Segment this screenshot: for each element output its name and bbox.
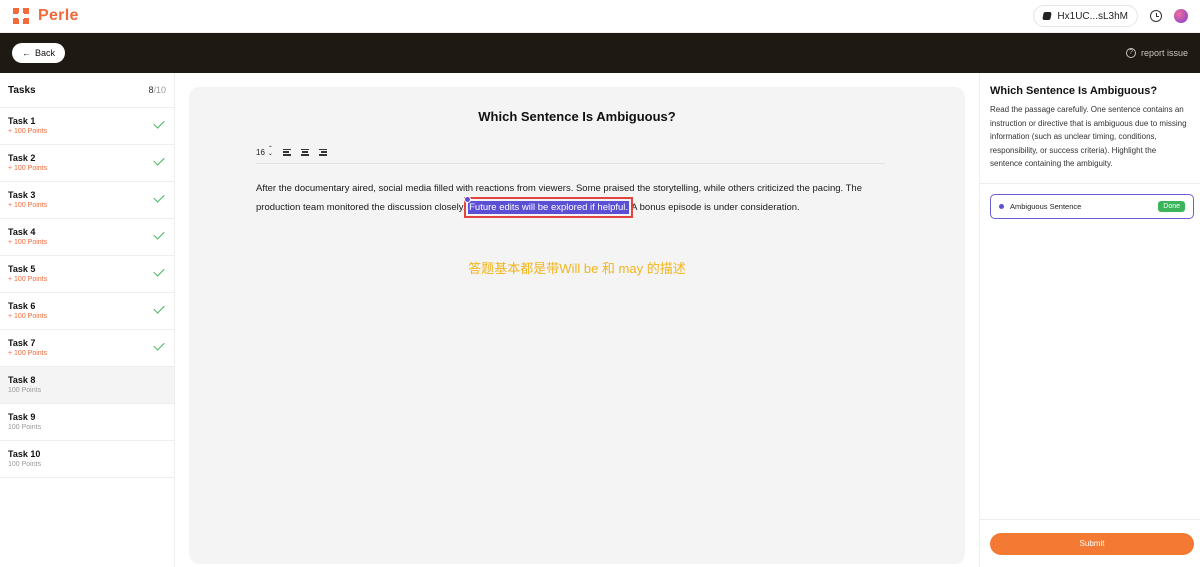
sidebar-task-item[interactable]: Task 6 + 100 Points xyxy=(0,293,174,330)
brand[interactable]: Perle xyxy=(12,7,79,25)
check-icon xyxy=(153,265,165,277)
text-toolbar: 16 ⌃ ⌄ xyxy=(256,146,327,157)
sidebar-header: Tasks 8/10 xyxy=(0,73,174,108)
check-icon xyxy=(153,228,165,240)
sidebar-task-item[interactable]: Task 9 100 Points xyxy=(0,404,174,441)
wallet-button[interactable]: Hx1UC...sL3hM xyxy=(1033,5,1138,27)
passage[interactable]: After the documentary aired, social medi… xyxy=(256,179,885,218)
font-size-value: 16 xyxy=(256,147,265,157)
task-points: 100 Points xyxy=(8,424,42,431)
task-name: Task 4 xyxy=(8,227,36,237)
task-progress-count: 8/10 xyxy=(148,85,166,95)
report-issue-label: report issue xyxy=(1140,48,1188,58)
question-circle-icon: ? xyxy=(1125,48,1136,58)
align-right-icon[interactable] xyxy=(318,148,327,156)
task-name: Task 9 xyxy=(8,412,36,422)
task-name: Task 5 xyxy=(8,264,36,274)
label-ambiguous-sentence[interactable]: Ambiguous Sentence Done xyxy=(990,193,1194,219)
wallet-icon xyxy=(1042,12,1053,20)
sidebar-task-item[interactable]: Task 7 + 100 Points xyxy=(0,330,174,367)
check-icon xyxy=(153,117,165,129)
task-points: + 100 Points xyxy=(8,239,48,246)
arrow-left-icon: ← xyxy=(22,48,31,58)
avatar[interactable] xyxy=(1174,9,1188,23)
sidebar-task-item[interactable]: Task 1 + 100 Points xyxy=(0,108,174,145)
task-name: Task 7 xyxy=(8,338,36,348)
check-icon xyxy=(153,191,165,203)
panel-description: Read the passage carefully. One sentence… xyxy=(980,103,1200,184)
task-points: + 100 Points xyxy=(8,350,48,357)
sidebar-task-item[interactable]: Task 5 + 100 Points xyxy=(0,256,174,293)
sidebar-task-item[interactable]: Task 3 + 100 Points xyxy=(0,182,174,219)
align-center-icon[interactable] xyxy=(300,148,309,156)
main-content: Which Sentence Is Ambiguous? 16 ⌃ ⌄ After… xyxy=(175,73,979,567)
panel-title: Which Sentence Is Ambiguous? xyxy=(990,85,1158,97)
sidebar-task-item[interactable]: Task 8 100 Points xyxy=(0,367,174,404)
panel-footer: Submit xyxy=(980,519,1200,567)
sidebar-task-item[interactable]: Task 2 + 100 Points xyxy=(0,145,174,182)
top-bar: Perle Hx1UC...sL3hM xyxy=(0,0,1200,33)
wallet-address: Hx1UC...sL3hM xyxy=(1057,10,1128,22)
check-icon xyxy=(153,154,165,166)
check-icon xyxy=(153,302,165,314)
task-points: + 100 Points xyxy=(8,165,48,172)
brand-name: Perle xyxy=(38,7,79,24)
highlighted-sentence-text: Future edits will be explored if helpful… xyxy=(469,202,629,213)
task-points: + 100 Points xyxy=(8,313,48,320)
task-name: Task 6 xyxy=(8,301,36,311)
status-badge: Done xyxy=(1158,200,1185,212)
perle-logo-icon xyxy=(13,8,29,24)
check-icon xyxy=(153,339,165,351)
passage-text-after: A bonus episode is under consideration. xyxy=(629,202,800,213)
task-name: Task 2 xyxy=(8,153,36,163)
task-name: Task 8 xyxy=(8,375,36,385)
instructions-panel: Which Sentence Is Ambiguous? Read the pa… xyxy=(979,73,1200,567)
task-card: Which Sentence Is Ambiguous? 16 ⌃ ⌄ After… xyxy=(189,87,965,564)
task-list: Task 1 + 100 Points Task 2 + 100 Points Task… xyxy=(0,108,174,478)
report-issue-link[interactable]: ? report issue xyxy=(1125,48,1188,58)
task-points: 100 Points xyxy=(8,387,42,394)
task-name: Task 1 xyxy=(8,116,36,126)
task-points: + 100 Points xyxy=(8,276,48,283)
back-label: Back xyxy=(35,48,56,58)
task-name: Task 3 xyxy=(8,190,36,200)
task-sidebar: Tasks 8/10 Task 1 + 100 Points Task 2 + 100… xyxy=(0,73,175,567)
sub-header: ← Back ? report issue xyxy=(0,33,1200,73)
task-points: + 100 Points xyxy=(8,202,48,209)
stepper-arrows-icon: ⌃ ⌄ xyxy=(267,146,273,157)
submit-button[interactable]: Submit xyxy=(990,532,1194,555)
label-color-dot-icon xyxy=(999,203,1004,209)
task-name: Task 10 xyxy=(8,449,41,459)
toolbar-divider xyxy=(256,163,885,164)
sidebar-task-item[interactable]: Task 4 + 100 Points xyxy=(0,219,174,256)
label-name: Ambiguous Sentence xyxy=(1010,201,1082,211)
align-left-icon[interactable] xyxy=(282,148,291,156)
task-points: + 100 Points xyxy=(8,128,48,135)
history-clock-icon[interactable] xyxy=(1150,10,1162,22)
font-size-stepper[interactable]: 16 ⌃ ⌄ xyxy=(256,146,273,157)
task-points: 100 Points xyxy=(8,461,42,468)
task-count-total: /10 xyxy=(153,85,166,95)
sidebar-title: Tasks xyxy=(8,84,36,96)
annotation-note: 答题基本都是带Will be 和 may 的描述 xyxy=(468,261,686,276)
back-button[interactable]: ← Back xyxy=(12,43,66,63)
highlighted-sentence[interactable]: Future edits will be explored if helpful… xyxy=(464,196,634,218)
sidebar-task-item[interactable]: Task 10 100 Points xyxy=(0,441,174,478)
task-title: Which Sentence Is Ambiguous? xyxy=(478,109,676,124)
